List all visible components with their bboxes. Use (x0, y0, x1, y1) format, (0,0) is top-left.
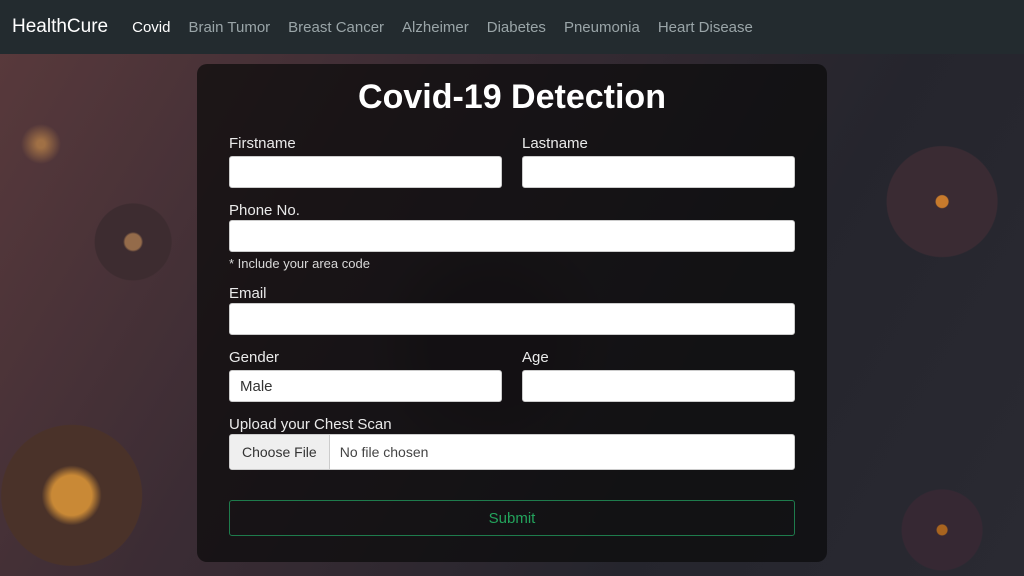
label-email: Email (229, 285, 267, 302)
gender-value: Male (240, 378, 273, 395)
gender-select[interactable]: Male (229, 370, 502, 402)
nav-link-covid[interactable]: Covid (132, 19, 170, 36)
nav-link-heart-disease[interactable]: Heart Disease (658, 19, 753, 36)
label-phone: Phone No. (229, 202, 300, 219)
label-firstname: Firstname (229, 135, 502, 152)
label-upload: Upload your Chest Scan (229, 416, 392, 433)
phone-input[interactable] (229, 220, 795, 252)
label-age: Age (522, 349, 795, 366)
brand[interactable]: HealthCure (12, 16, 108, 38)
nav-link-alzheimer[interactable]: Alzheimer (402, 19, 469, 36)
age-input[interactable] (522, 370, 795, 402)
nav-link-pneumonia[interactable]: Pneumonia (564, 19, 640, 36)
label-gender: Gender (229, 349, 502, 366)
label-lastname: Lastname (522, 135, 795, 152)
lastname-input[interactable] (522, 156, 795, 188)
file-status: No file chosen (330, 444, 429, 460)
navbar: HealthCure Covid Brain Tumor Breast Canc… (0, 0, 1024, 54)
page-title: Covid-19 Detection (229, 78, 795, 117)
nav-link-brain-tumor[interactable]: Brain Tumor (188, 19, 270, 36)
file-input[interactable]: Choose File No file chosen (229, 434, 795, 470)
form-card: Covid-19 Detection Firstname Lastname Ph… (197, 64, 827, 562)
nav-link-breast-cancer[interactable]: Breast Cancer (288, 19, 384, 36)
phone-hint: * Include your area code (229, 256, 795, 271)
nav-link-diabetes[interactable]: Diabetes (487, 19, 546, 36)
choose-file-button[interactable]: Choose File (230, 435, 330, 469)
email-input[interactable] (229, 303, 795, 335)
firstname-input[interactable] (229, 156, 502, 188)
submit-button[interactable]: Submit (229, 500, 795, 536)
